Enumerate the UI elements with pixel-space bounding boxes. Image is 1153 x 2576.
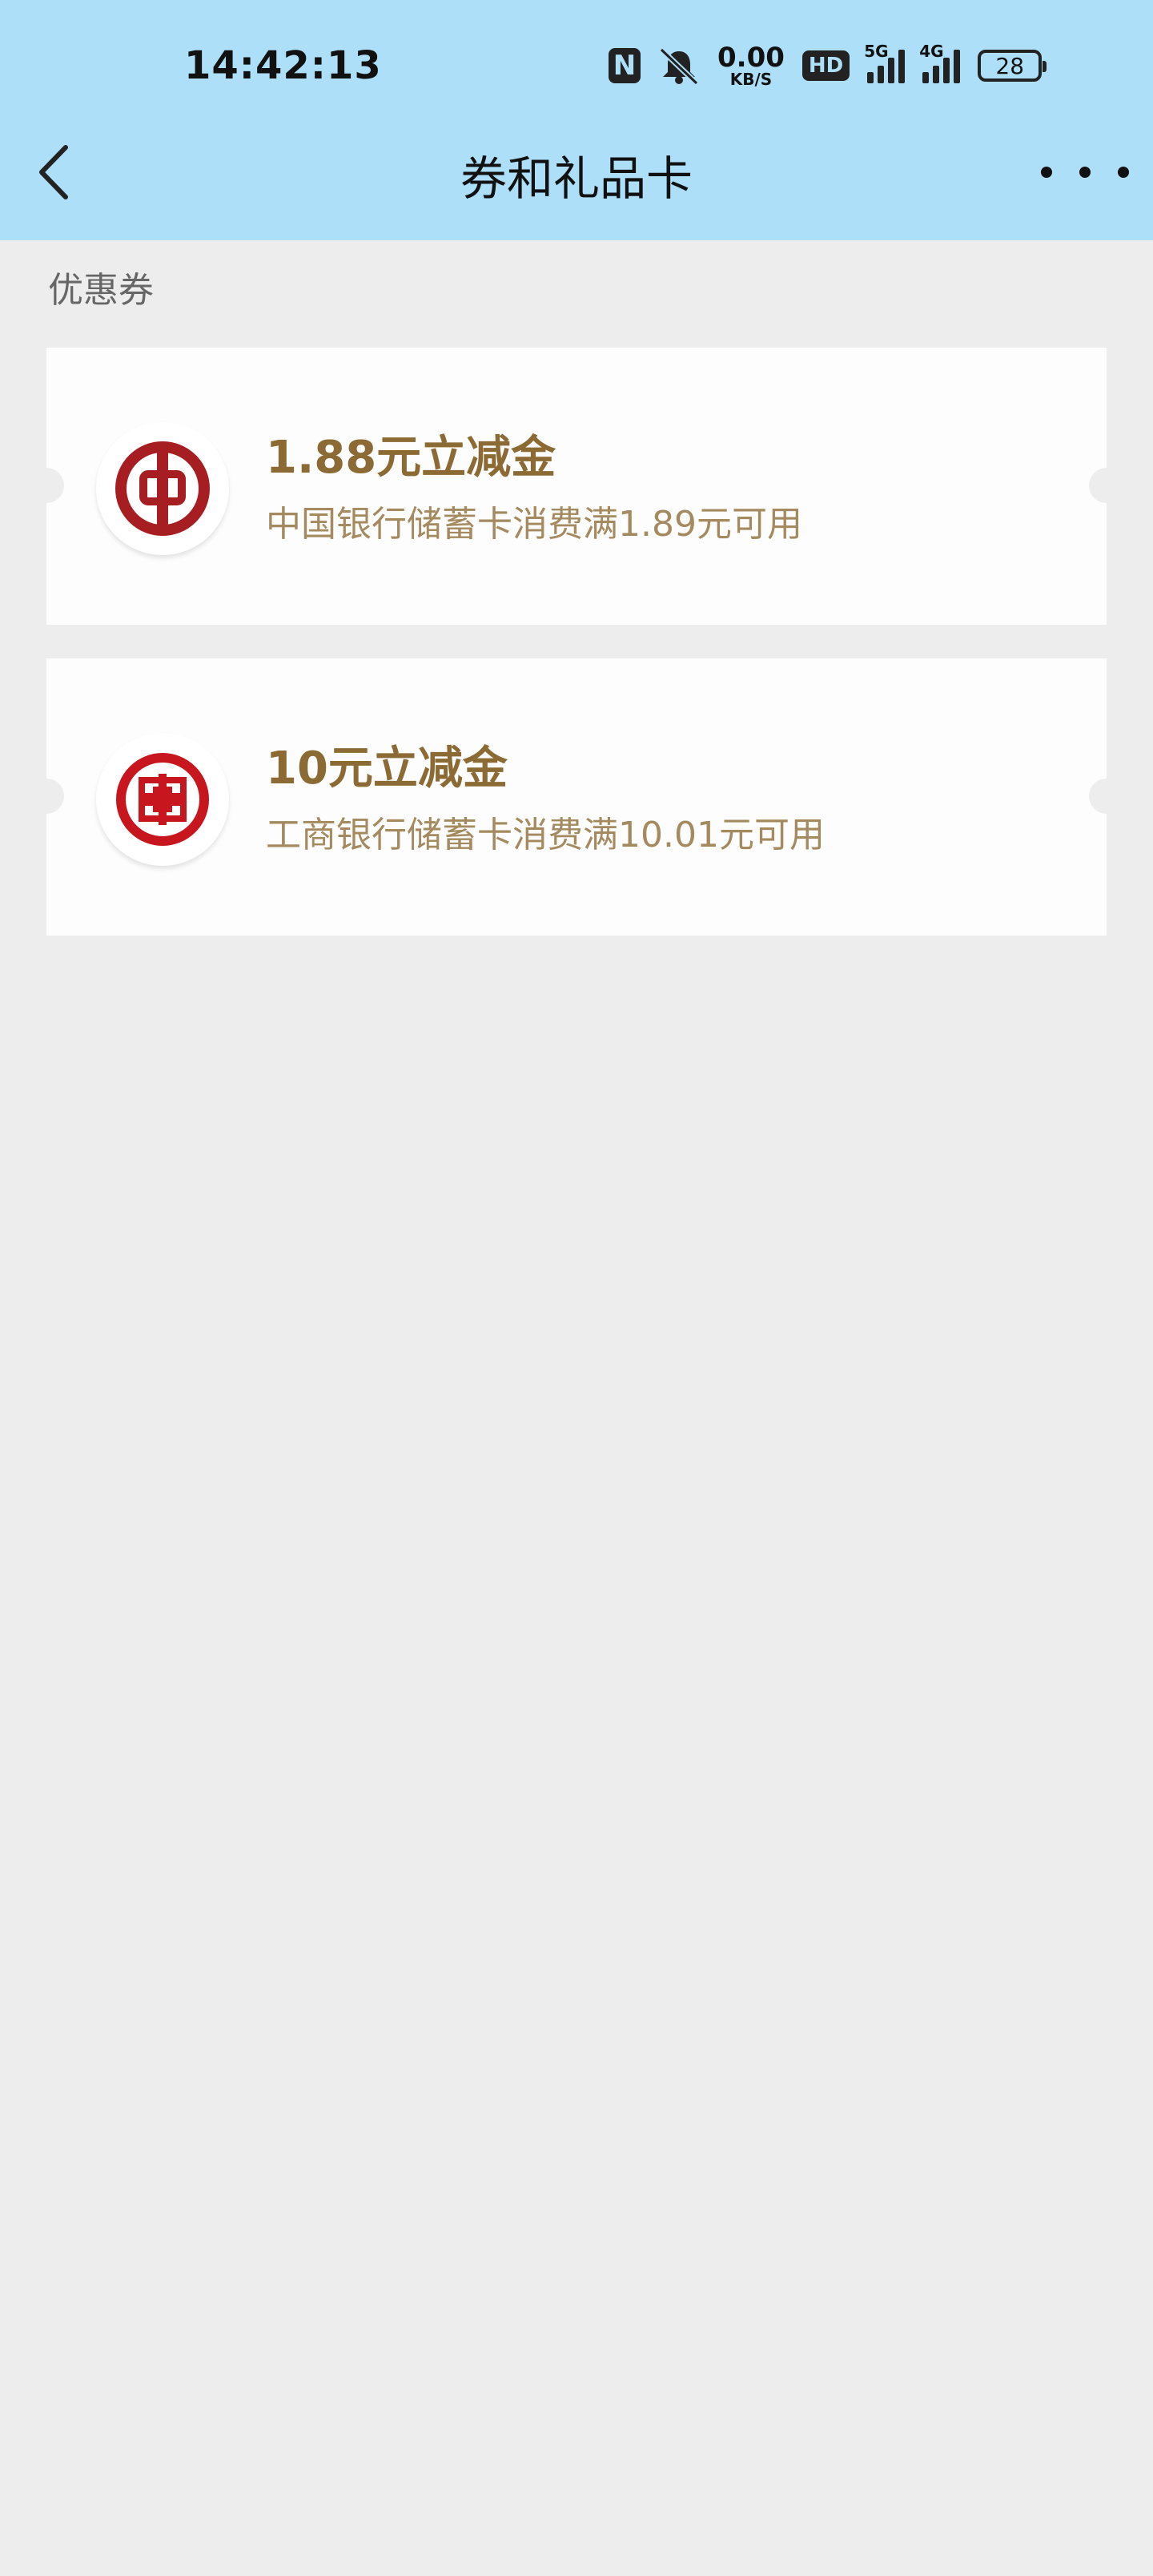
battery-level: 28: [995, 52, 1025, 79]
network-speed: 0.00 KB/S: [717, 44, 785, 87]
nfc-icon: N: [609, 48, 641, 83]
card-notch: [1089, 468, 1107, 503]
hd-voice-icon: HD: [801, 50, 850, 81]
signal-4g-label: 4G: [919, 42, 944, 61]
card-notch: [46, 468, 64, 503]
coupon-condition: 中国银行储蓄卡消费满1.89元可用: [266, 504, 802, 545]
status-icons: N 0.00 KB/S HD 5G 4G 28: [609, 42, 1047, 90]
more-dot: [1079, 167, 1091, 178]
icbc-logo: [96, 733, 229, 866]
signal-5g-label: 5G: [864, 42, 889, 61]
more-dot: [1041, 167, 1052, 178]
page-title: 券和礼品卡: [460, 151, 693, 206]
signal-5g-icon: 5G: [864, 42, 906, 83]
signal-4g-icon: 4G: [919, 42, 961, 83]
more-button[interactable]: [1041, 152, 1129, 192]
coupon-amount: 10元立减金: [266, 743, 508, 795]
card-notch: [46, 779, 64, 814]
bank-of-china-logo: [96, 422, 229, 555]
coupon-amount: 1.88元立减金: [266, 432, 556, 484]
network-speed-value: 0.00: [717, 42, 785, 74]
card-notch: [1089, 779, 1107, 814]
section-title: 优惠券: [48, 270, 154, 311]
status-time: 14:42:13: [184, 43, 382, 88]
coupon-card-icbc[interactable]: 10元立减金 工商银行储蓄卡消费满10.01元可用: [46, 658, 1107, 936]
bell-off-icon: [658, 46, 700, 85]
network-speed-unit: KB/S: [729, 70, 773, 89]
battery-icon: 28: [978, 50, 1047, 82]
coupon-condition: 工商银行储蓄卡消费满10.01元可用: [266, 815, 825, 855]
coupon-card-boc[interactable]: 1.88元立减金 中国银行储蓄卡消费满1.89元可用: [46, 348, 1107, 625]
more-dot: [1118, 167, 1129, 178]
app-header: 14:42:13 N 0.00 KB/S HD 5G 4G 28 券和礼品卡: [0, 0, 1153, 240]
